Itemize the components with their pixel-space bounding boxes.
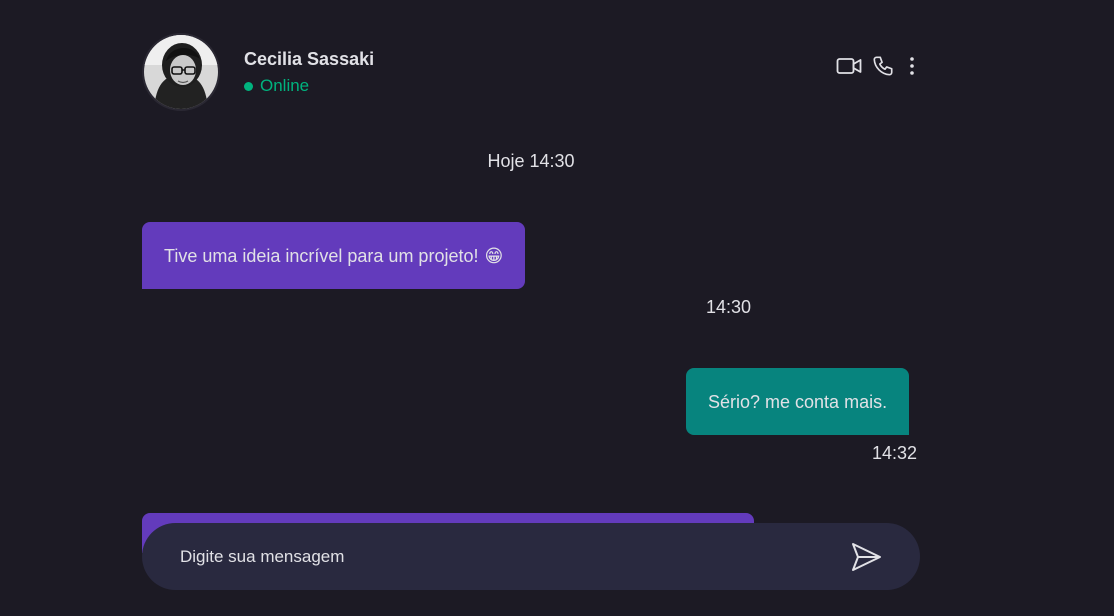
message-composer	[142, 523, 920, 590]
header-actions	[836, 55, 920, 77]
message-input[interactable]	[180, 546, 846, 567]
send-icon[interactable]	[846, 537, 886, 577]
date-separator: Hoje 14:30	[487, 151, 575, 171]
status-label: Online	[260, 76, 310, 95]
contact-name: Cecilia Sassaki	[244, 49, 375, 69]
avatar[interactable]	[142, 33, 220, 111]
phone-call-icon[interactable]	[872, 55, 894, 77]
message-time: 14:32	[872, 443, 918, 463]
message-time: 14:30	[706, 297, 752, 317]
online-dot-icon	[244, 81, 253, 91]
video-call-icon[interactable]	[836, 55, 862, 77]
emoji-grin-icon: 😁	[484, 245, 504, 266]
avatar-image	[144, 35, 218, 109]
message-text: Sério? me conta mais.	[708, 391, 888, 412]
more-options-icon[interactable]	[904, 55, 920, 77]
message-incoming: Tive uma ideia incrível para um projeto!…	[142, 222, 526, 289]
online-status: Online	[244, 76, 309, 96]
message-outgoing: Sério? me conta mais.	[686, 368, 910, 435]
chat-window: Cecilia Sassaki Online Hoje 14:30 Tive u…	[0, 0, 1114, 616]
chat-header: Cecilia Sassaki Online	[142, 33, 920, 111]
message-text: Tive uma ideia incrível para um projeto!	[164, 245, 479, 266]
